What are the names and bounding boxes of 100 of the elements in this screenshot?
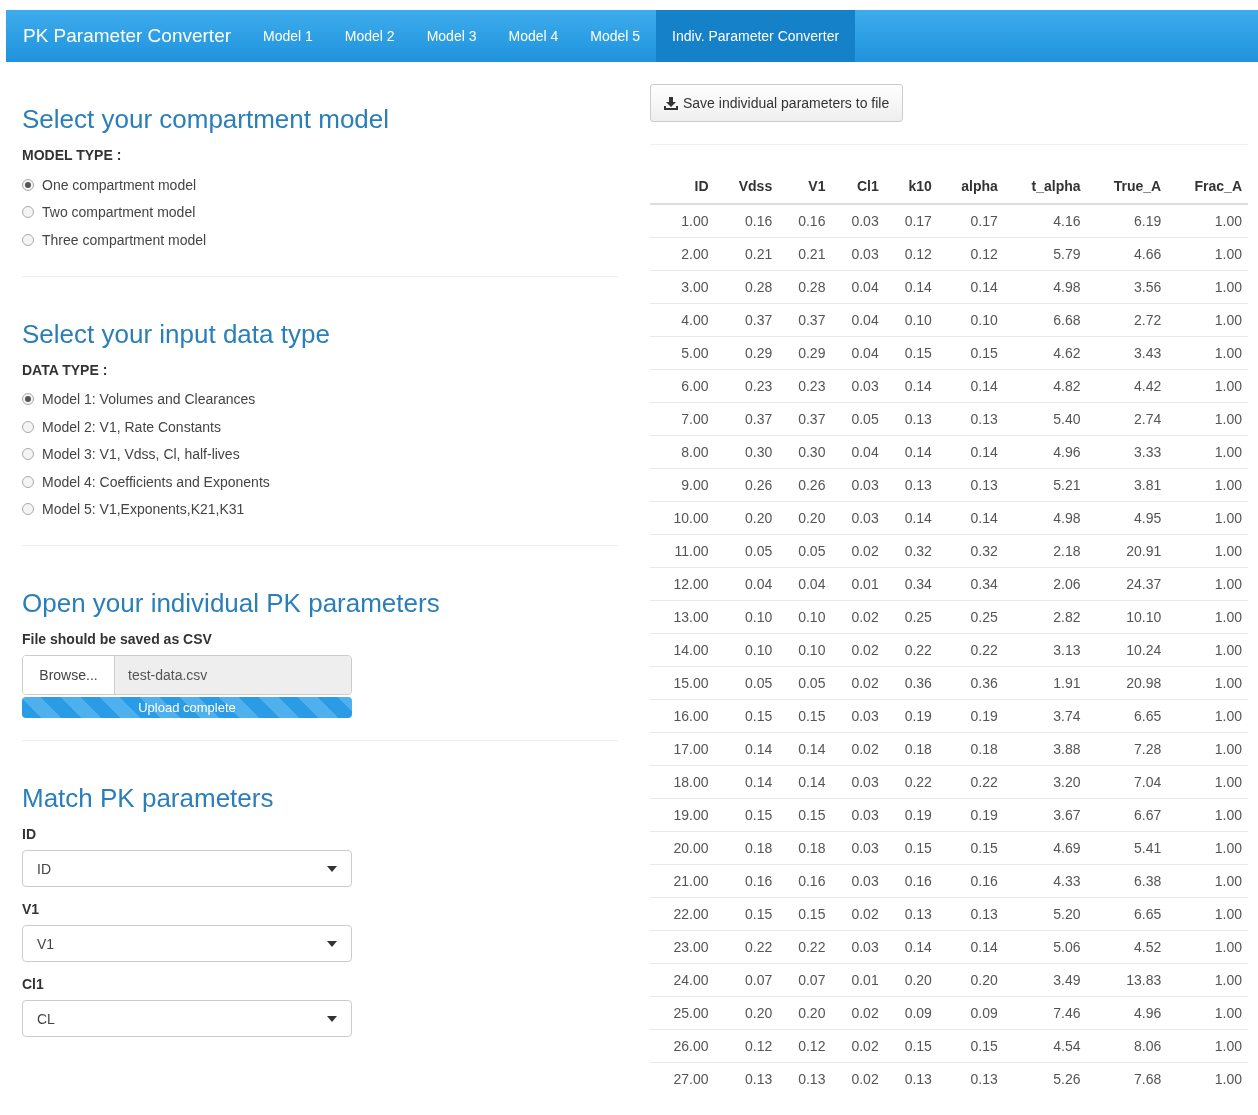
field-label: ID xyxy=(22,826,37,842)
dropdown[interactable]: ID xyxy=(22,850,352,887)
table-cell: 0.10 xyxy=(937,303,1004,337)
table-cell: 0.19 xyxy=(884,798,938,832)
table-cell: 0.14 xyxy=(884,930,938,964)
table-cell: 0.14 xyxy=(937,270,1004,304)
radio-option[interactable]: Two compartment model xyxy=(22,198,618,226)
field-label: DATA TYPE : xyxy=(22,361,109,378)
radio-label: Model 5: V1,Exponents,K21,K31 xyxy=(42,501,245,518)
table-cell: 0.15 xyxy=(937,1029,1004,1063)
table-cell: 0.25 xyxy=(937,600,1004,634)
table-cell: 0.20 xyxy=(884,963,938,997)
table-cell: 0.07 xyxy=(778,963,832,997)
table-cell: 6.19 xyxy=(1086,204,1168,238)
table-cell: 0.04 xyxy=(831,435,885,469)
table-cell: 0.14 xyxy=(884,501,938,535)
table-cell: 0.03 xyxy=(831,930,885,964)
table-cell: 0.15 xyxy=(937,831,1004,865)
table-cell: 0.19 xyxy=(884,699,938,733)
table-cell: 0.37 xyxy=(716,402,779,436)
table-cell: 3.56 xyxy=(1086,270,1168,304)
table-cell: 0.32 xyxy=(937,534,1004,568)
table-cell: 0.15 xyxy=(884,1029,938,1063)
radio-option[interactable]: Three compartment model xyxy=(22,226,618,254)
radio-button[interactable] xyxy=(22,420,34,433)
progress-text: Upload complete xyxy=(138,700,236,715)
radio-button[interactable] xyxy=(22,206,34,219)
radio-button[interactable] xyxy=(22,233,34,246)
radio-option[interactable]: Model 3: V1, Vdss, Cl, half-lives xyxy=(22,440,618,468)
table-cell: 7.28 xyxy=(1086,732,1168,766)
table-cell: 0.07 xyxy=(716,963,779,997)
table-cell: 3.49 xyxy=(1003,963,1087,997)
table-cell: 4.96 xyxy=(1086,996,1168,1030)
table-cell: 0.20 xyxy=(716,501,779,535)
table-cell: 14.00 xyxy=(650,633,717,667)
dropdown[interactable]: V1 xyxy=(22,925,352,962)
table-cell: 1.00 xyxy=(1167,270,1248,304)
table-cell: 0.12 xyxy=(884,237,938,271)
table-cell: 0.21 xyxy=(778,237,832,271)
table-cell: 0.16 xyxy=(778,864,832,898)
table-cell: 0.10 xyxy=(716,633,779,667)
nav-tab[interactable]: Indiv. Parameter Converter xyxy=(656,10,856,62)
table-cell: 0.15 xyxy=(778,699,832,733)
section-title: Select your compartment model xyxy=(22,104,391,135)
column-header: ID xyxy=(650,169,717,204)
table-cell: 19.00 xyxy=(650,798,717,832)
radio-option[interactable]: One compartment model xyxy=(22,171,618,199)
table-cell: 0.03 xyxy=(831,831,885,865)
table-cell: 4.69 xyxy=(1003,831,1087,865)
table-cell: 1.00 xyxy=(1167,534,1248,568)
table-cell: 7.46 xyxy=(1003,996,1087,1030)
table-cell: 0.05 xyxy=(778,666,832,700)
table-cell: 4.42 xyxy=(1086,369,1168,403)
table-cell: 1.00 xyxy=(1167,798,1248,832)
table-cell: 3.13 xyxy=(1003,633,1087,667)
table-cell: 1.00 xyxy=(1167,402,1248,436)
column-header: Cl1 xyxy=(831,169,885,204)
radio-button[interactable] xyxy=(22,475,34,488)
table-cell: 0.20 xyxy=(716,996,779,1030)
table-cell: 6.00 xyxy=(650,369,717,403)
table-cell: 0.32 xyxy=(884,534,938,568)
table-cell: 0.37 xyxy=(778,303,832,337)
table-cell: 0.23 xyxy=(716,369,779,403)
column-header: Frac_A xyxy=(1167,169,1248,204)
table-cell: 0.13 xyxy=(716,1062,779,1095)
table-cell: 8.06 xyxy=(1086,1029,1168,1063)
table-cell: 4.96 xyxy=(1003,435,1087,469)
table-cell: 1.00 xyxy=(1167,435,1248,469)
save-button[interactable]: Save individual parameters to file xyxy=(650,84,904,122)
table-cell: 5.41 xyxy=(1086,831,1168,865)
radio-option[interactable]: Model 5: V1,Exponents,K21,K31 xyxy=(22,495,618,523)
table-cell: 10.00 xyxy=(650,501,717,535)
radio-option[interactable]: Model 1: Volumes and Clearances xyxy=(22,385,618,413)
table-cell: 5.40 xyxy=(1003,402,1087,436)
table-cell: 0.14 xyxy=(884,270,938,304)
table-cell: 0.22 xyxy=(884,633,938,667)
table-cell: 0.03 xyxy=(831,204,885,238)
table-cell: 0.09 xyxy=(937,996,1004,1030)
table-cell: 1.91 xyxy=(1003,666,1087,700)
table-cell: 0.25 xyxy=(884,600,938,634)
field-label: MODEL TYPE : xyxy=(22,147,123,163)
table-cell: 13.00 xyxy=(650,600,717,634)
table-cell: 1.00 xyxy=(1167,633,1248,667)
table-cell: 0.02 xyxy=(831,666,885,700)
table-cell: 1.00 xyxy=(1167,831,1248,865)
radio-button[interactable] xyxy=(22,178,34,191)
table-cell: 21.00 xyxy=(650,864,717,898)
radio-button[interactable] xyxy=(22,448,34,461)
radio-button[interactable] xyxy=(22,393,34,406)
radio-option[interactable]: Model 4: Coefficients and Exponents xyxy=(22,468,618,496)
table-cell: 1.00 xyxy=(1167,765,1248,799)
table-cell: 0.04 xyxy=(831,270,885,304)
table-cell: 0.15 xyxy=(937,336,1004,370)
dropdown[interactable]: CL xyxy=(22,1000,352,1037)
table-cell: 0.13 xyxy=(937,897,1004,931)
radio-button[interactable] xyxy=(22,503,34,516)
table-cell: 25.00 xyxy=(650,996,717,1030)
table-cell: 0.22 xyxy=(937,633,1004,667)
table-cell: 0.37 xyxy=(778,402,832,436)
radio-option[interactable]: Model 2: V1, Rate Constants xyxy=(22,413,618,441)
